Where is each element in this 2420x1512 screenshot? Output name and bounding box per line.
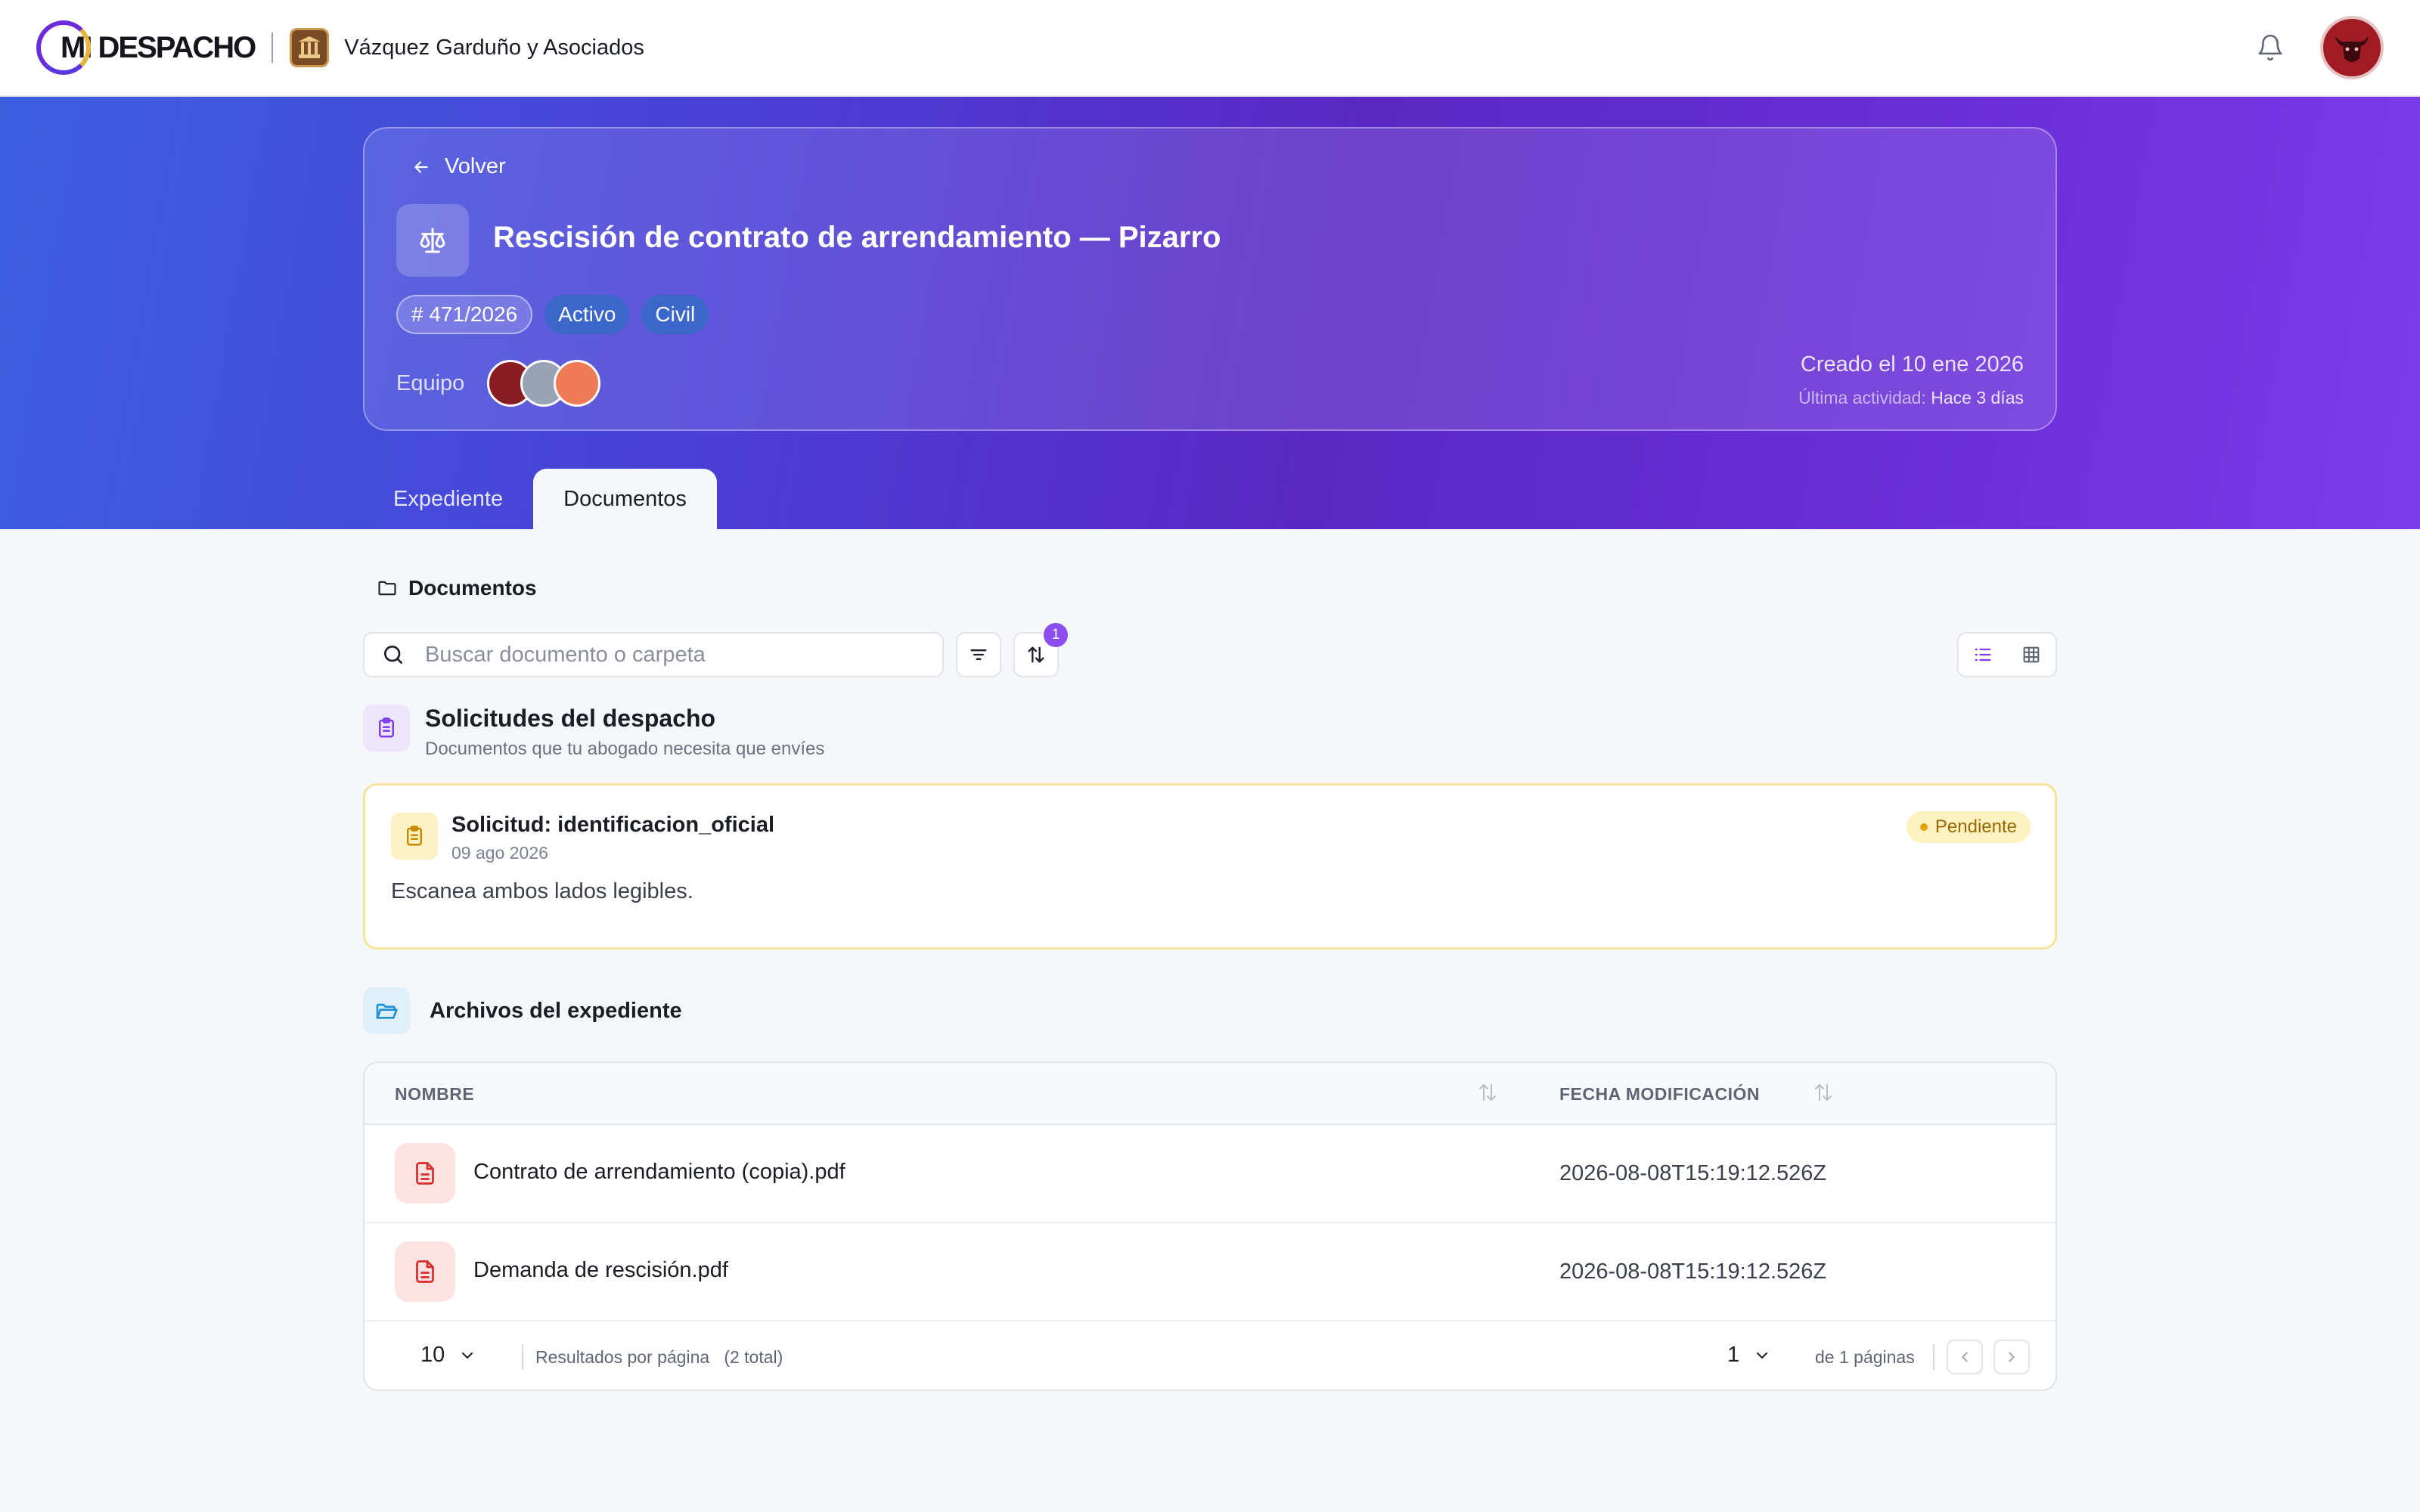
case-number-badge: # 471/2026 (396, 295, 533, 334)
files-header: Archivos del expediente (363, 987, 682, 1034)
status-badge: Pendiente (1906, 811, 2031, 843)
page-count-label: de 1 páginas (1815, 1347, 1915, 1367)
top-bar: MI DESPACHO Vázquez Garduño y Asociados (0, 0, 2420, 97)
request-description: Escanea ambos lados legibles. (391, 879, 693, 903)
documents-breadcrumb: Documentos (377, 576, 537, 600)
team-avatars (487, 360, 601, 407)
created-date: Creado el 10 ene 2026 (1800, 352, 2024, 376)
search-icon (383, 646, 402, 664)
divider (1933, 1344, 1934, 1370)
divider (522, 1344, 523, 1370)
case-tabs: Expediente Documentos (363, 469, 717, 529)
logo-ring-icon (36, 20, 91, 75)
clipboard-icon (391, 813, 438, 860)
app-logo[interactable]: MI DESPACHO (36, 17, 256, 78)
file-modified: 2026-08-08T15:19:12.526Z (1559, 1259, 1827, 1284)
page-select[interactable]: 1 (1727, 1343, 1771, 1368)
grid-icon (2023, 646, 2040, 663)
folder-open-icon (363, 987, 410, 1034)
back-link[interactable]: Volver (411, 154, 506, 179)
tab-expediente[interactable]: Expediente (363, 469, 533, 529)
table-footer: 10 Resultados por página (2 total) 1 de … (365, 1321, 2055, 1390)
request-date: 09 ago 2026 (451, 843, 548, 863)
table-header: NOMBRE FECHA MODIFICACIÓN (365, 1063, 2055, 1125)
last-activity: Última actividad: Hace 3 días (1798, 388, 2024, 408)
case-chips: # 471/2026 Activo Civil (396, 295, 709, 334)
case-status-badge: Activo (544, 295, 630, 334)
back-label: Volver (445, 154, 506, 178)
requests-title: Solicitudes del despacho (425, 705, 716, 732)
table-row[interactable]: Contrato de arrendamiento (copia).pdf 20… (365, 1125, 2055, 1223)
status-dot-icon (1919, 823, 1928, 831)
chevron-left-icon (1961, 1352, 1968, 1362)
bull-avatar-icon (2335, 36, 2369, 62)
folder-icon (378, 581, 396, 596)
files-title: Archivos del expediente (430, 998, 682, 1023)
arrow-left-icon (414, 160, 428, 173)
scale-icon (396, 204, 469, 277)
page-value: 1 (1727, 1343, 1740, 1367)
tab-documentos[interactable]: Documentos (533, 469, 717, 529)
firm-logo-icon (290, 28, 330, 67)
case-card: Volver Rescisión de contrato de arrendam… (363, 127, 2057, 431)
search-input[interactable] (425, 642, 917, 668)
case-hero: Volver Rescisión de contrato de arrendam… (0, 97, 2420, 529)
per-page-value: 10 (420, 1343, 445, 1367)
case-dates: Creado el 10 ene 2026 Última actividad: … (1798, 352, 2024, 408)
sort-button[interactable]: 1 (1013, 623, 1068, 677)
team: Equipo (396, 360, 601, 407)
chevron-right-icon (2009, 1352, 2015, 1362)
firm-name: Vázquez Garduño y Asociados (344, 35, 644, 60)
clipboard-icon (363, 705, 410, 751)
sort-arrows-icon (1028, 646, 1044, 663)
files-table: NOMBRE FECHA MODIFICACIÓN Contrato de ar… (363, 1061, 2057, 1391)
notifications-bell-icon[interactable] (2254, 31, 2287, 64)
last-activity-label: Última actividad: (1798, 388, 1926, 407)
top-divider (271, 33, 274, 63)
documents-section-label: Documentos (408, 576, 537, 600)
view-toggle (1957, 632, 2057, 677)
requests-subtitle: Documentos que tu abogado necesita que e… (425, 739, 825, 759)
case-title: Rescisión de contrato de arrendamiento —… (493, 221, 1221, 254)
requests-header: Solicitudes del despacho Documentos que … (363, 705, 824, 760)
team-label: Equipo (396, 370, 465, 395)
filter-icon (970, 649, 987, 660)
request-title: Solicitud: identificacion_oficial (451, 813, 774, 837)
sort-count-badge: 1 (1044, 623, 1068, 647)
request-card[interactable]: Solicitud: identificacion_oficial 09 ago… (363, 783, 2057, 950)
search-box (363, 632, 944, 677)
chevron-down-icon (1757, 1352, 1768, 1359)
list-view-button[interactable] (1959, 634, 2007, 676)
column-header-name[interactable]: NOMBRE (395, 1084, 474, 1105)
status-label: Pendiente (1934, 816, 2017, 837)
prev-page-button[interactable] (1947, 1340, 1983, 1374)
filter-button[interactable] (956, 632, 1001, 677)
per-page-select[interactable]: 10 (420, 1343, 476, 1368)
list-icon (1975, 648, 1991, 662)
sort-icon[interactable] (1476, 1081, 1499, 1108)
user-avatar[interactable] (2320, 16, 2384, 79)
case-area-badge: Civil (641, 295, 709, 334)
file-modified: 2026-08-08T15:19:12.526Z (1559, 1161, 1827, 1185)
file-name[interactable]: Demanda de rescisión.pdf (473, 1258, 728, 1283)
team-member-avatar[interactable] (554, 360, 601, 407)
last-activity-value: Hace 3 días (1931, 388, 2024, 407)
per-page-label: Resultados por página (2 total) (535, 1347, 783, 1367)
pdf-file-icon (395, 1143, 455, 1204)
chevron-down-icon (462, 1352, 473, 1359)
next-page-button[interactable] (1993, 1340, 2030, 1374)
grid-view-button[interactable] (2007, 634, 2055, 676)
table-row[interactable]: Demanda de rescisión.pdf 2026-08-08T15:1… (365, 1223, 2055, 1321)
sort-icon[interactable] (1812, 1081, 1835, 1108)
file-name[interactable]: Contrato de arrendamiento (copia).pdf (473, 1160, 845, 1185)
pdf-file-icon (395, 1241, 455, 1302)
column-header-date[interactable]: FECHA MODIFICACIÓN (1559, 1084, 1760, 1105)
